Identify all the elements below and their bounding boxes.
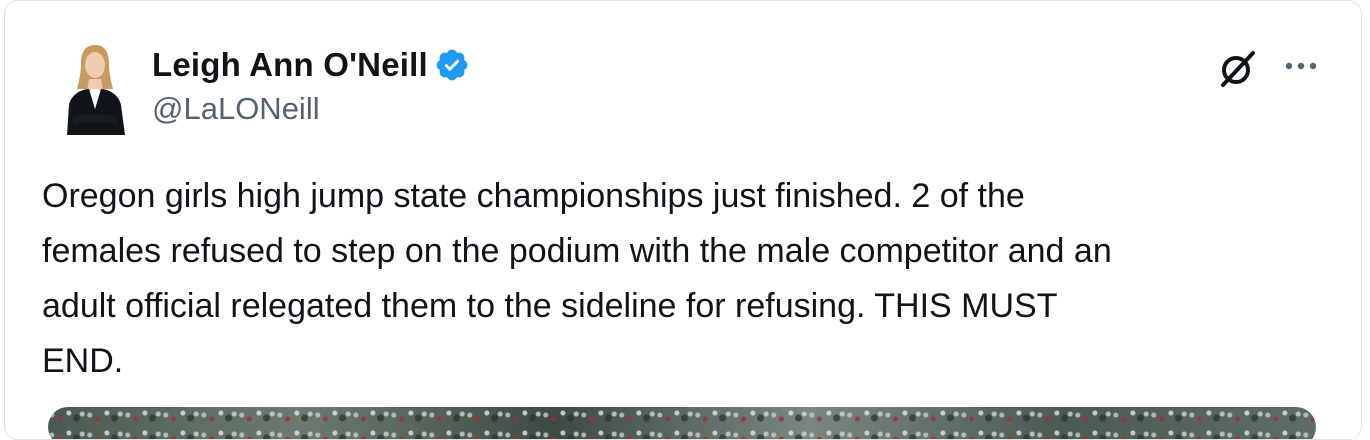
grok-icon[interactable] — [1215, 49, 1259, 89]
tweet-card[interactable]: Leigh Ann O'Neill @LaLONeill Oregon girl… — [4, 0, 1362, 440]
author-name[interactable]: Leigh Ann O'Neill — [152, 46, 428, 84]
media-image — [48, 407, 1316, 439]
tweet-text: Oregon girls high jump state championshi… — [42, 177, 1112, 380]
author-handle[interactable]: @LaLONeill — [152, 91, 320, 127]
avatar-image — [55, 39, 135, 135]
author-name-row[interactable]: Leigh Ann O'Neill — [152, 43, 470, 87]
avatar[interactable] — [55, 39, 135, 135]
tweet-media[interactable] — [48, 407, 1316, 439]
more-button[interactable] — [1281, 51, 1321, 81]
more-horizontal-icon — [1285, 62, 1317, 70]
verified-badge-icon — [436, 49, 468, 81]
